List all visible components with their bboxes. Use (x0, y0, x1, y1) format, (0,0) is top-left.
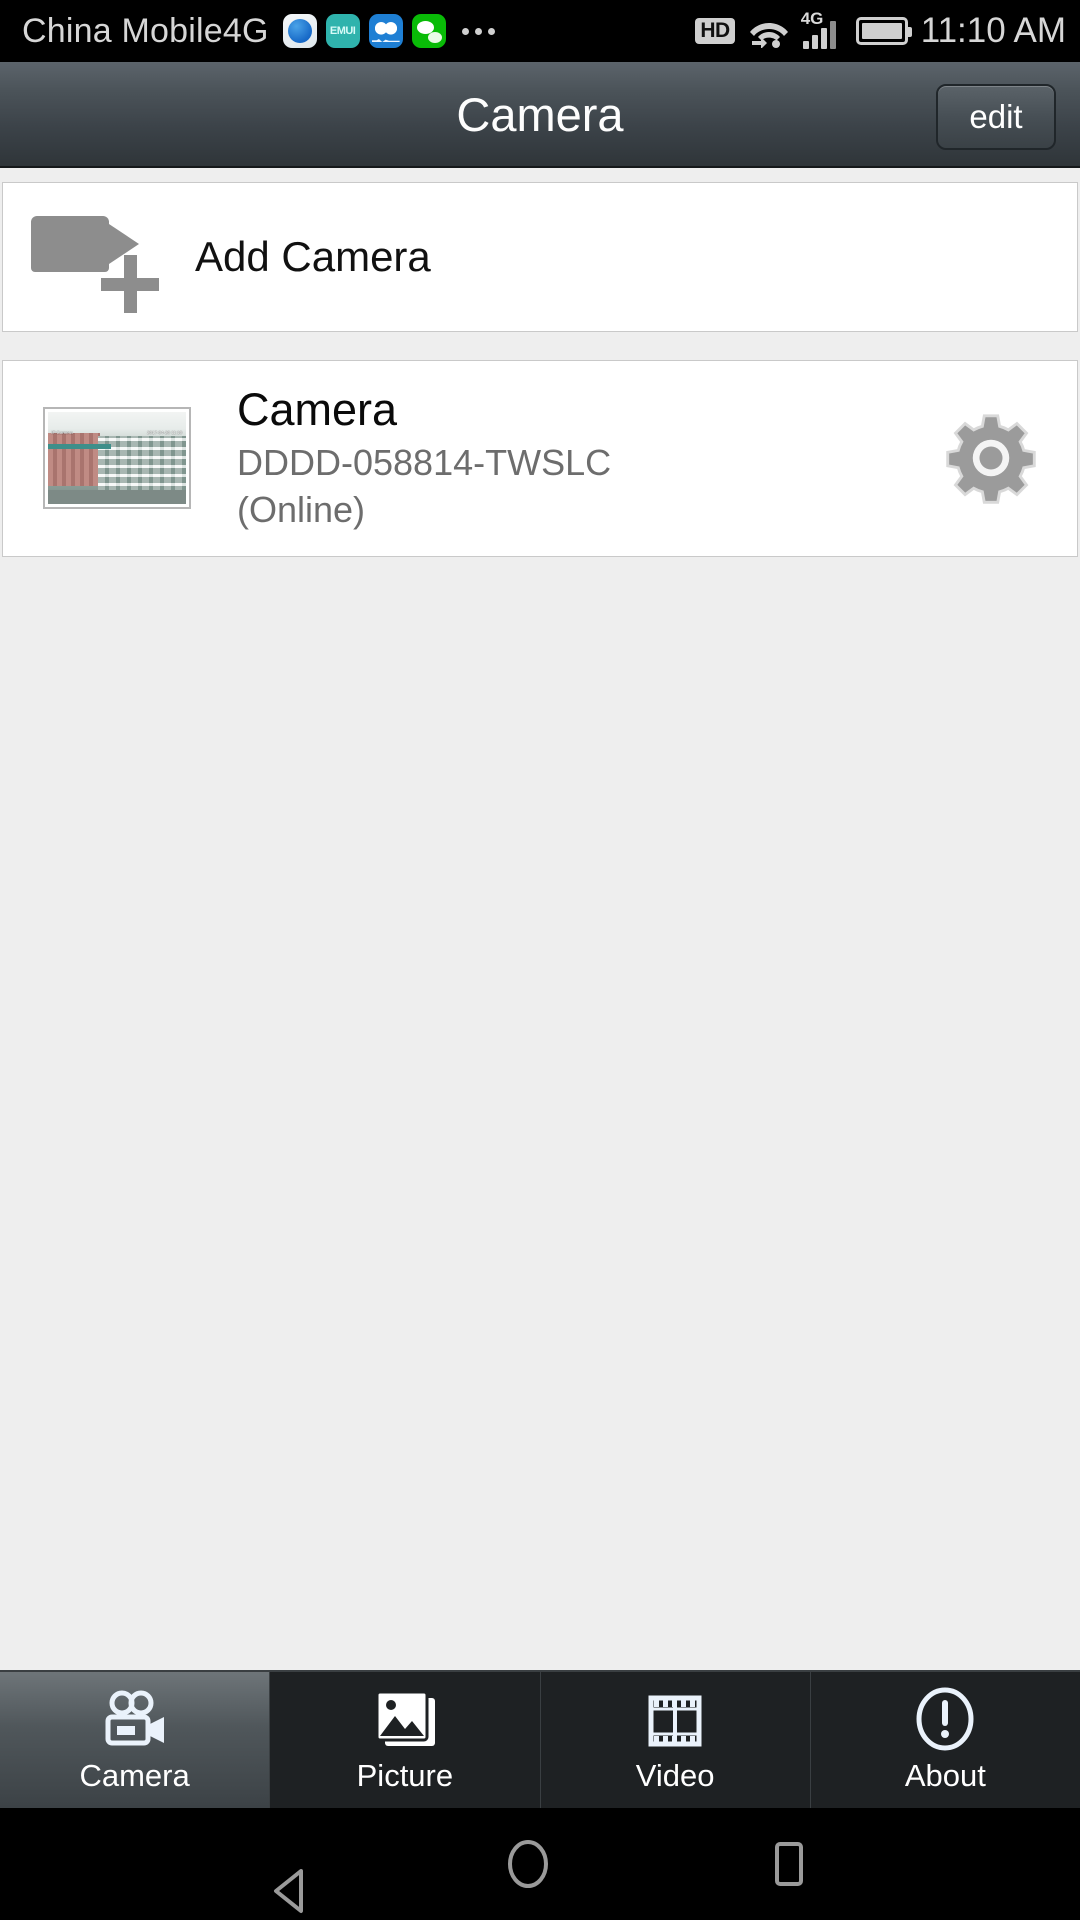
camera-status: (Online) (237, 488, 366, 530)
tab-video[interactable]: Video (541, 1672, 811, 1808)
card-spacer (0, 332, 1080, 360)
status-system-icons: HD 4G 11:10 AM (695, 9, 1066, 51)
wechat-icon (411, 14, 446, 48)
health-icon (368, 14, 403, 48)
status-notification-icons: EMUI (282, 14, 446, 48)
battery-full-icon (855, 17, 912, 45)
video-camera-plus-icon (25, 202, 165, 313)
tab-about-label: About (904, 1758, 986, 1793)
bottom-tab-bar: Camera Picture Video About (0, 1670, 1080, 1808)
tab-picture-label: Picture (356, 1758, 454, 1793)
movie-camera-icon (100, 1686, 170, 1752)
thumbnail-osd-timestamp: 2017-04-20 11:10 (146, 430, 183, 437)
camera-thumbnail[interactable]: IP Camera 2017-04-20 11:10 (43, 407, 191, 510)
edit-button[interactable]: edit (936, 84, 1056, 150)
add-camera-card[interactable]: Add Camera (2, 182, 1078, 332)
emui-icon: EMUI (325, 14, 360, 48)
tab-camera[interactable]: Camera (0, 1672, 271, 1808)
status-bar: China Mobile4G EMUI HD 4G 11:10 AM (0, 0, 1080, 62)
gear-icon[interactable] (943, 410, 1039, 506)
recents-square-icon[interactable] (762, 1837, 816, 1891)
status-clock: 11:10 AM (920, 11, 1066, 50)
content-top-spacer (0, 168, 1080, 182)
signal-bars-icon: 4G (801, 9, 843, 49)
tab-about[interactable]: About (811, 1672, 1080, 1808)
camera-name: Camera (237, 384, 398, 435)
network-type-label: 4G (800, 9, 824, 28)
browser-icon (282, 14, 317, 48)
exclamation-circle-icon (912, 1686, 978, 1752)
add-camera-label: Add Camera (195, 233, 431, 280)
camera-info: Camera DDDD-058814-TWSLC (Online) (237, 383, 943, 534)
hd-badge: HD (695, 17, 735, 45)
tab-video-label: Video (635, 1758, 715, 1793)
photo-stack-icon (369, 1686, 441, 1752)
emui-icon-label: EMUI (329, 25, 356, 37)
film-strip-icon (645, 1686, 705, 1752)
phone-screen: China Mobile4G EMUI HD 4G 11:10 AM Camer… (0, 0, 1080, 1920)
carrier-label: China Mobile4G (22, 11, 269, 50)
camera-uid: DDDD-058814-TWSLC (237, 442, 612, 484)
wifi-icon (748, 14, 790, 49)
home-circle-icon[interactable] (501, 1837, 555, 1891)
back-triangle-icon[interactable] (264, 1838, 303, 1913)
camera-list-card: IP Camera 2017-04-20 11:10 Camera DDDD-0… (2, 360, 1078, 557)
thumbnail-osd-label: IP Camera (51, 430, 73, 437)
add-camera-row[interactable]: Add Camera (3, 183, 1077, 331)
tab-camera-label: Camera (79, 1758, 190, 1793)
app-title-bar: Camera edit (0, 62, 1080, 168)
android-nav-bar (0, 1808, 1080, 1920)
more-dots-icon (461, 27, 495, 35)
tab-picture[interactable]: Picture (270, 1672, 541, 1808)
page-title: Camera (456, 87, 624, 141)
list-item[interactable]: IP Camera 2017-04-20 11:10 Camera DDDD-0… (3, 361, 1077, 556)
main-content: Add Camera IP Camera 2017-04-20 11:10 Ca… (0, 168, 1080, 1670)
